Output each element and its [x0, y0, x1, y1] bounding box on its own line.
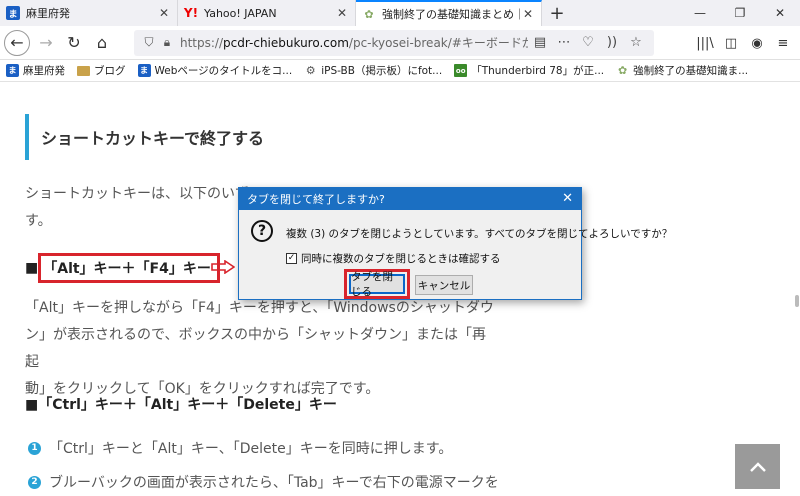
bookmark-label: Webページのタイトルをコ...	[154, 65, 293, 77]
close-tab-icon[interactable]: ✕	[157, 6, 171, 20]
bookmark-label: 「Thunderbird 78」が正...	[471, 65, 605, 77]
bookmark-star-icon[interactable]: ☆	[624, 35, 648, 50]
menu-icon[interactable]: ≡	[770, 29, 796, 57]
question-icon: ?	[251, 220, 273, 242]
tab-marifu[interactable]: ま 麻里府発 ✕	[0, 0, 178, 26]
text-line: ン」が表示されるので、ボックスの中から「シャットダウン」または「再起	[25, 327, 487, 370]
close-tabs-button[interactable]: タブを閉じる	[349, 271, 405, 298]
url-path: /pc-kyosei-break/#キーボードが操作でき	[348, 36, 528, 50]
lock-icon[interactable]: 🔒︎	[158, 35, 176, 50]
bookmark-item[interactable]: ま Webページのタイトルをコ...	[137, 63, 293, 78]
bookmark-label: ブログ	[94, 65, 126, 77]
close-window-icon[interactable]: ✕	[760, 0, 800, 26]
scroll-to-top-button[interactable]	[735, 444, 780, 489]
home-button[interactable]: ⌂	[88, 29, 116, 57]
tab-title: Yahoo! JAPAN	[204, 6, 277, 20]
dialog-message: 複数 (3) のタブを閉じようとしています。すべてのタブを閉じてよろしいですか？	[286, 228, 673, 240]
window-controls: — ❐ ✕	[680, 0, 800, 26]
dialog-body: ? 複数 (3) のタブを閉じようとしています。すべてのタブを閉じてよろしいです…	[239, 210, 672, 300]
bookmark-item[interactable]: oo 「Thunderbird 78」が正...	[454, 63, 604, 78]
highlight-box: タブを閉じる	[344, 269, 410, 299]
tab-yahoo[interactable]: Y! Yahoo! JAPAN ✕	[178, 0, 356, 26]
section-heading: ショートカットキーで終了する	[25, 114, 495, 160]
tab-title: 麻里府発	[26, 7, 70, 20]
reload-button[interactable]: ↻	[60, 29, 88, 57]
pocket-icon[interactable]: ♡	[576, 35, 600, 50]
tab-strip: ま 麻里府発 ✕ Y! Yahoo! JAPAN ✕ ✿ 強制終了の基礎知識まと…	[0, 0, 800, 26]
url-bar[interactable]: ⛉ 🔒︎ https://pcdr-chiebukuro.com/pc-kyos…	[134, 29, 654, 56]
account-icon[interactable]: ◉	[744, 29, 770, 57]
tab-kyosei[interactable]: ✿ 強制終了の基礎知識まとめ｜電源 ✕	[356, 0, 542, 26]
subheading-ctrl-alt-delete: ■「Ctrl」キー＋「Alt」キー＋「Delete」キー	[25, 397, 337, 413]
arrow-right-icon: →	[39, 33, 53, 52]
reload-icon: ↻	[67, 33, 81, 52]
bookmark-item[interactable]: ま麻里府発	[6, 63, 65, 78]
bookmark-label: 強制終了の基礎知識ま...	[633, 65, 749, 77]
bookmarks-bar: ま麻里府発 ブログ ま Webページのタイトルをコ... ⚙ iPS-BB（掲示板）…	[0, 60, 800, 82]
restore-icon[interactable]: ❐	[720, 0, 760, 26]
back-button[interactable]: ←	[4, 29, 30, 56]
highlight-box: 「Alt」キー＋「F4」キー	[38, 253, 220, 283]
dialog-titlebar: タブを閉じて終了しますか? ✕	[239, 188, 581, 210]
cancel-button[interactable]: キャンセル	[415, 275, 473, 295]
bookmark-item[interactable]: ⚙ iPS-BB（掲示板）にfot...	[304, 63, 442, 78]
green-site-icon: oo	[454, 64, 468, 77]
folder-icon	[77, 65, 90, 76]
dialog-close-icon[interactable]: ✕	[562, 191, 573, 206]
scrollbar-thumb[interactable]	[795, 295, 799, 307]
bookmark-label: iPS-BB（掲示板）にfot...	[321, 65, 443, 77]
shield-icon[interactable]: ⛉	[140, 35, 158, 50]
site-favicon-icon: ま	[6, 64, 19, 77]
toolbar-right: |||\ ◫ ◉ ≡	[692, 29, 796, 57]
step-number: 1	[28, 441, 41, 455]
close-tab-icon[interactable]: ✕	[521, 7, 535, 21]
flower-favicon-icon: ✿	[618, 64, 628, 77]
list-item-text: ブルーバックの画面が表示されたら、「Tab」キーで右下の電源マークを	[49, 475, 499, 491]
chevron-up-icon	[749, 461, 766, 472]
close-tabs-dialog: タブを閉じて終了しますか? ✕ ? 複数 (3) のタブを閉じようとしています。…	[238, 187, 672, 300]
home-icon: ⌂	[96, 33, 108, 52]
bookmark-item[interactable]: ✿ 強制終了の基礎知識ま...	[616, 63, 748, 78]
alt-f4-paragraph: 「Alt」キーを押しながら「F4」キーを押すと、「Windowsのシャットダウ …	[25, 295, 495, 403]
bookmark-folder[interactable]: ブログ	[77, 63, 126, 78]
arrow-left-icon: ←	[10, 33, 24, 52]
reader-view-icon[interactable]: ▤	[528, 35, 552, 50]
url-text[interactable]: https://pcdr-chiebukuro.com/pc-kyosei-br…	[180, 34, 528, 51]
close-tab-icon[interactable]: ✕	[335, 6, 349, 20]
site-favicon-icon: ま	[137, 64, 151, 77]
list-item: 1 「Ctrl」キーと「Alt」キー、「Delete」キーを同時に押します。	[28, 438, 452, 458]
forward-button[interactable]: →	[32, 29, 60, 57]
minimize-icon[interactable]: —	[680, 0, 720, 26]
bookmark-label: 麻里府発	[23, 65, 65, 77]
square-bullet: ■	[25, 260, 39, 276]
library-icon[interactable]: |||\	[692, 29, 718, 57]
arrow-right-icon	[211, 260, 235, 274]
subheading-alt-f4: ■ 「Alt」キー＋「F4」キー	[25, 253, 220, 283]
nav-toolbar: ← → ↻ ⌂ ⛉ 🔒︎ https://pcdr-chiebukuro.com…	[0, 26, 800, 60]
step-number: 2	[28, 475, 41, 489]
tab-title: 強制終了の基礎知識まとめ｜電源	[382, 8, 521, 21]
gear-icon: ⚙	[305, 64, 316, 77]
list-item: 2 ブルーバックの画面が表示されたら、「Tab」キーで右下の電源マークを	[28, 472, 499, 492]
dialog-title: タブを閉じて終了しますか?	[247, 193, 385, 206]
yahoo-favicon-icon: Y!	[183, 6, 199, 20]
flower-favicon-icon: ✿	[364, 7, 374, 21]
sidebar-icon[interactable]: ◫	[718, 29, 744, 57]
new-tab-button[interactable]: +	[542, 0, 572, 26]
url-prefix: https://	[180, 36, 224, 50]
site-favicon-icon: ま	[6, 6, 20, 20]
confirm-checkbox[interactable]: ✓ 同時に複数のタブを閉じるときは確認する	[286, 251, 501, 266]
list-item-text: 「Ctrl」キーと「Alt」キー、「Delete」キーを同時に押します。	[49, 441, 453, 457]
url-domain: pcdr-chiebukuro.com	[223, 36, 349, 50]
more-actions-icon[interactable]: ⋯	[552, 35, 576, 50]
checkbox-label: 同時に複数のタブを閉じるときは確認する	[301, 253, 501, 265]
checkbox-checked-icon[interactable]: ✓	[286, 253, 297, 264]
rss-icon[interactable]: ))	[600, 35, 624, 50]
